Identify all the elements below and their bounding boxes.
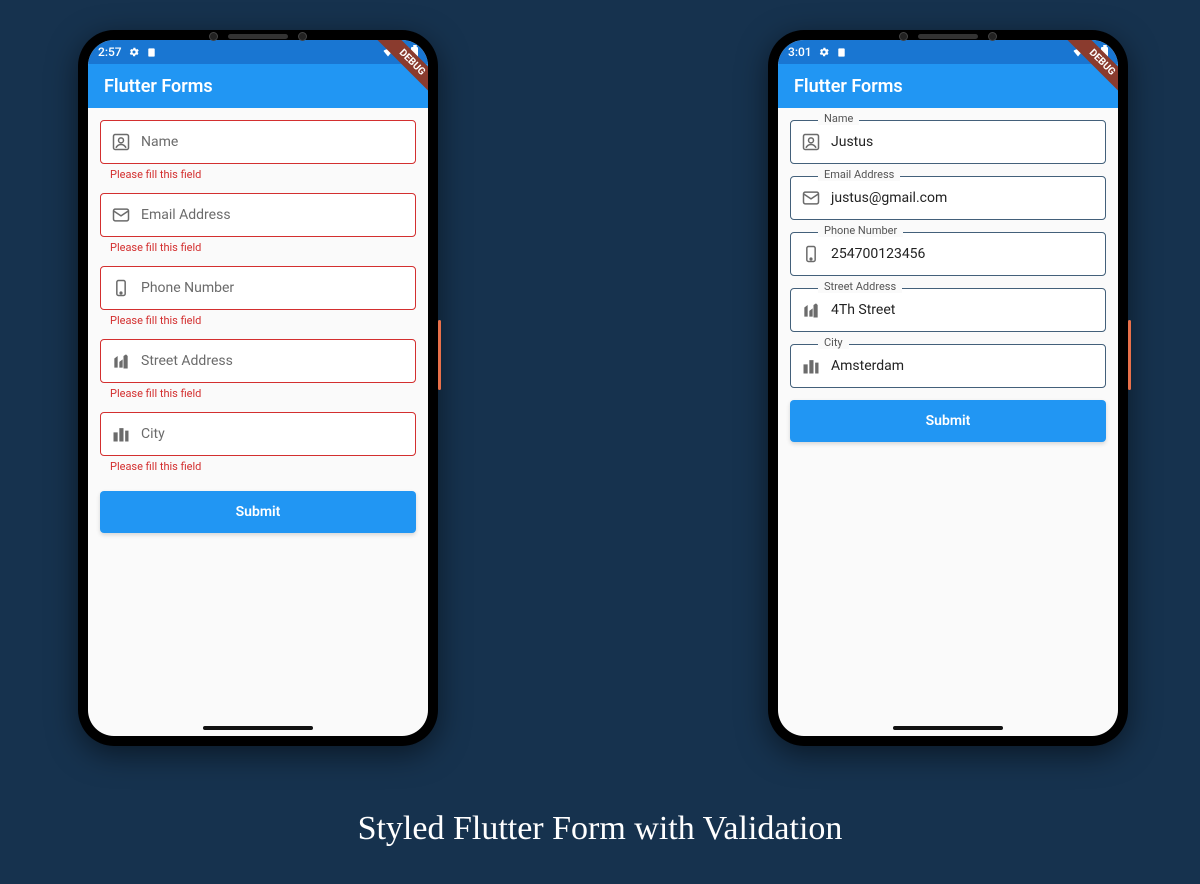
app-title: Flutter Forms	[794, 76, 903, 97]
phone-error: Please fill this field	[100, 310, 416, 333]
street-error: Please fill this field	[100, 383, 416, 406]
app-title: Flutter Forms	[104, 76, 213, 97]
city-icon	[801, 356, 821, 376]
status-time: 2:57	[98, 45, 122, 59]
street-icon	[801, 300, 821, 320]
name-field[interactable]: Justus	[790, 120, 1106, 164]
phone-placeholder: Phone Number	[141, 280, 234, 296]
email-field[interactable]: Email Address	[100, 193, 416, 237]
city-field[interactable]: City	[100, 412, 416, 456]
status-time: 3:01	[788, 45, 812, 59]
submit-button[interactable]: Submit	[790, 400, 1106, 442]
mail-icon	[111, 205, 131, 225]
name-label: Name	[818, 112, 859, 125]
phone-icon	[801, 244, 821, 264]
submit-button[interactable]: Submit	[100, 491, 416, 533]
phone-field[interactable]: Phone Number	[100, 266, 416, 310]
mail-icon	[801, 188, 821, 208]
name-value: Justus	[831, 134, 873, 150]
street-value: 4Th Street	[831, 302, 895, 318]
person-icon	[111, 132, 131, 152]
submit-label: Submit	[236, 504, 281, 520]
email-label: Email Address	[818, 168, 900, 181]
nav-gesture-bar	[893, 726, 1003, 730]
street-placeholder: Street Address	[141, 353, 233, 369]
card-icon	[836, 46, 847, 59]
phone-value: 254700123456	[831, 246, 925, 262]
email-placeholder: Email Address	[141, 207, 231, 223]
person-icon	[801, 132, 821, 152]
gear-icon	[128, 46, 140, 58]
city-placeholder: City	[141, 426, 165, 442]
status-bar: 2:57	[88, 40, 428, 64]
city-field[interactable]: Amsterdam	[790, 344, 1106, 388]
card-icon	[146, 46, 157, 59]
email-field[interactable]: justus@gmail.com	[790, 176, 1106, 220]
city-error: Please fill this field	[100, 456, 416, 479]
name-field[interactable]: Name	[100, 120, 416, 164]
form: Name Justus Email Address justus@gmail.c…	[778, 108, 1118, 454]
phone-label: Phone Number	[818, 224, 903, 237]
phone-field[interactable]: 254700123456	[790, 232, 1106, 276]
city-icon	[111, 424, 131, 444]
phone-left: DEBUG 2:57 Flutter Forms	[78, 30, 438, 746]
email-value: justus@gmail.com	[831, 190, 947, 206]
gear-icon	[818, 46, 830, 58]
phone-right: DEBUG 3:01 Flutter Forms	[768, 30, 1128, 746]
name-placeholder: Name	[141, 134, 178, 150]
submit-label: Submit	[926, 413, 971, 429]
phone-icon	[111, 278, 131, 298]
app-bar: Flutter Forms	[778, 64, 1118, 108]
city-value: Amsterdam	[831, 358, 904, 374]
street-field[interactable]: Street Address	[100, 339, 416, 383]
email-error: Please fill this field	[100, 237, 416, 260]
street-icon	[111, 351, 131, 371]
nav-gesture-bar	[203, 726, 313, 730]
street-field[interactable]: 4Th Street	[790, 288, 1106, 332]
street-label: Street Address	[818, 280, 902, 293]
caption: Styled Flutter Form with Validation	[0, 810, 1200, 848]
form: Name Please fill this field Email Addres…	[88, 108, 428, 545]
city-label: City	[818, 336, 849, 349]
name-error: Please fill this field	[100, 164, 416, 187]
status-bar: 3:01	[778, 40, 1118, 64]
app-bar: Flutter Forms	[88, 64, 428, 108]
